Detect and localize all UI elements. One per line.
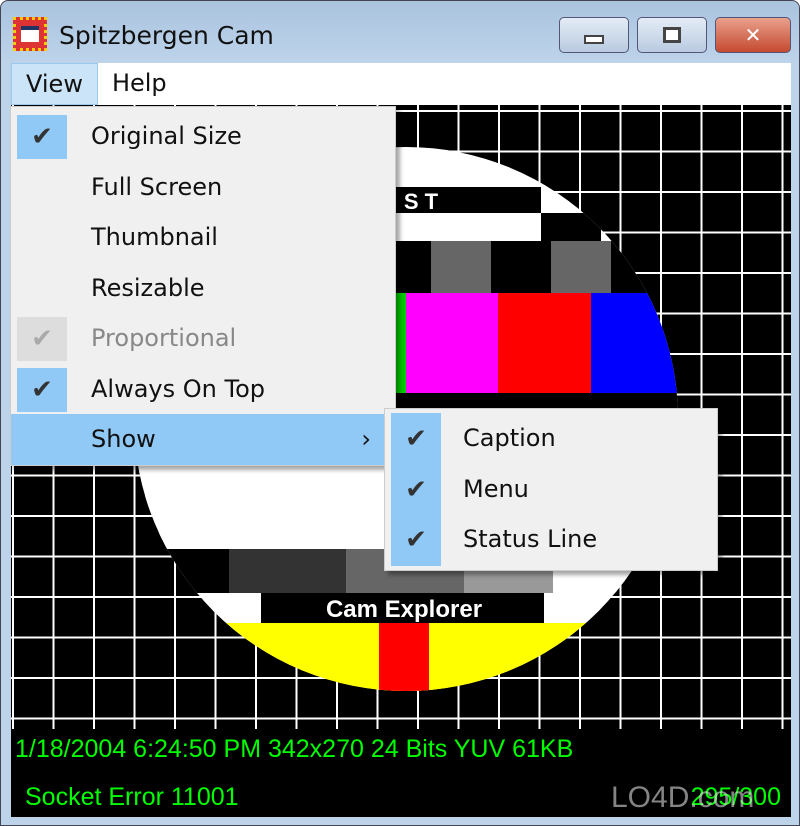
maximize-icon [663,27,681,43]
checkmark-icon: ✔ [17,317,67,361]
close-icon: ✕ [744,23,762,47]
card-band [201,466,208,549]
checkmark-icon: ✔ [17,115,67,159]
menu-item-resizable[interactable]: Resizable [11,263,395,314]
card-band [498,293,591,393]
view-menu: ✔ Original Size Full Screen Thumbnail Resiza… [10,106,396,466]
menu-item-label: Full Screen [91,172,223,201]
checkmark-icon: ✔ [391,413,441,465]
menu-item-label: Always On Top [91,374,265,403]
status-error: Socket Error 11001 [25,783,239,811]
watermark-logo: LO4D.com [611,781,755,814]
menu-item-thumbnail[interactable]: Thumbnail [11,212,395,263]
card-band [355,466,362,549]
close-button[interactable]: ✕ [715,17,791,53]
card-band [327,466,334,549]
check-slot [17,418,67,462]
card-band [243,466,250,549]
card-band [299,466,306,549]
menu-item-show[interactable]: Show › [11,414,395,465]
card-band [341,466,348,549]
minimize-button[interactable] [559,17,629,53]
menu-bar: View Help [11,63,791,105]
card-band [271,466,278,549]
card-band [215,466,222,549]
menu-item-label: Menu [463,474,529,503]
menu-item-label: Thumbnail [91,223,218,252]
menu-item-menu[interactable]: ✔ Menu [385,463,717,516]
menu-item-label: Proportional [91,324,237,353]
card-band [229,466,236,549]
menu-item-always-on-top[interactable]: ✔ Always On Top [11,364,395,415]
status-info: 1/18/2004 6:24:50 PM 342x270 24 Bits YUV… [15,735,574,763]
menu-item-label: Show [91,425,156,454]
card-band [379,623,429,691]
menu-item-status-line[interactable]: ✔ Status Line [385,514,717,566]
card-band [541,213,601,241]
check-slot [17,267,67,311]
checkmark-icon: ✔ [391,463,441,516]
maximize-button[interactable] [637,17,707,53]
menu-help[interactable]: Help [98,63,181,105]
checkmark-icon: ✔ [391,514,441,566]
card-band [551,241,611,293]
card-band [145,466,152,549]
app-icon[interactable] [13,17,47,51]
card-band [229,549,346,593]
menu-item-original-size[interactable]: ✔ Original Size [11,111,395,162]
card-band [313,466,320,549]
menu-item-proportional[interactable]: ✔ Proportional [11,313,395,364]
card-band [101,466,131,549]
card-band [173,466,180,549]
card-band [369,466,376,549]
card-band [491,241,551,293]
menu-item-label: Resizable [91,273,205,302]
check-slot [17,216,67,260]
menu-item-label: Original Size [91,122,242,151]
card-band [406,293,498,393]
menu-item-label: Caption [463,424,556,453]
status-line: 1/18/2004 6:24:50 PM 342x270 24 Bits YUV… [11,729,791,817]
minimize-icon [584,34,604,44]
menu-item-full-screen[interactable]: Full Screen [11,162,395,213]
card-band [159,466,166,549]
show-submenu: ✔ Caption ✔ Menu ✔ Status Line [384,408,718,571]
card-band [187,466,194,549]
menu-item-caption[interactable]: ✔ Caption [385,413,717,465]
checkmark-icon: ✔ [17,367,67,412]
card-band [257,466,264,549]
menu-item-label: Status Line [463,525,598,554]
card-top-text: S T [404,189,439,214]
check-slot [17,166,67,210]
card-band [431,241,491,293]
menu-view[interactable]: View [11,63,98,105]
card-band [285,466,292,549]
chevron-right-icon: › [361,425,371,454]
window-title: Spitzbergen Cam [59,21,274,50]
card-band [591,293,678,393]
card-bottom-text: Cam Explorer [326,596,482,623]
